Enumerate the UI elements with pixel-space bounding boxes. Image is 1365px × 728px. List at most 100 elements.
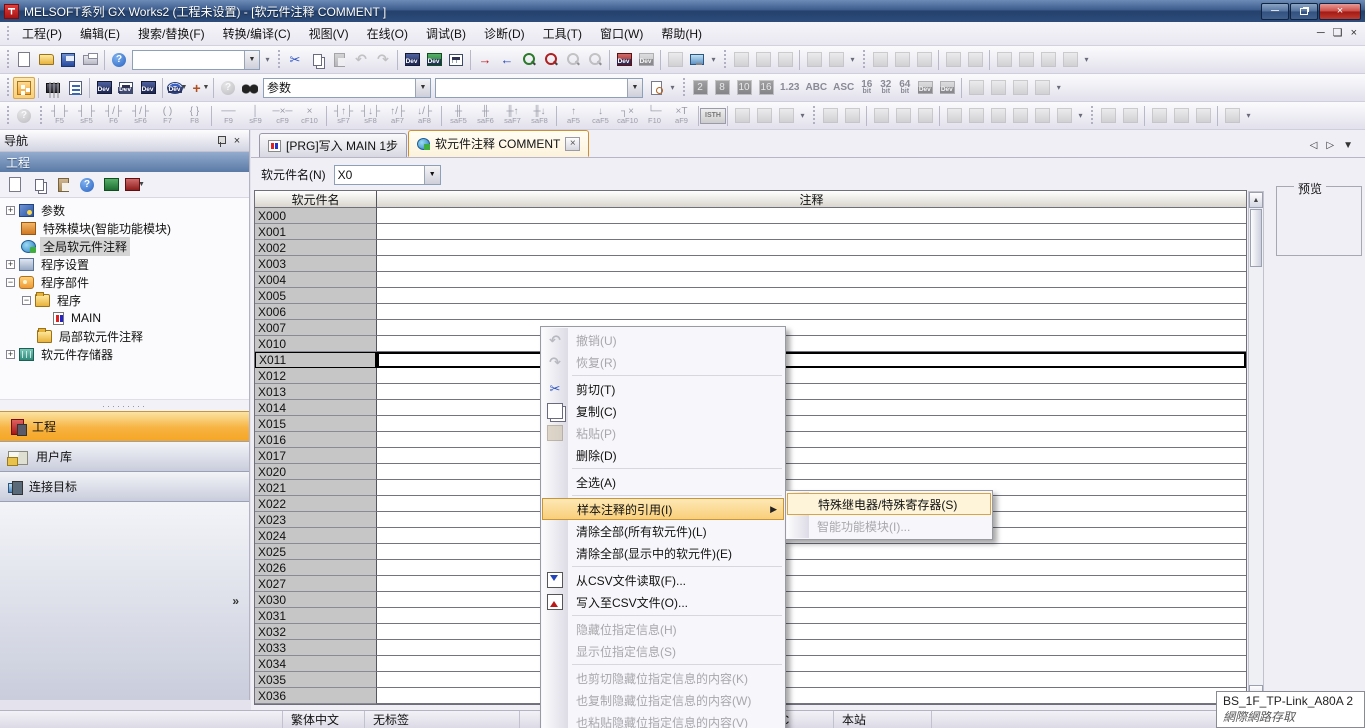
delete-row-icon[interactable] bbox=[891, 49, 913, 71]
ladder-saF6-icon[interactable]: ╫saF6 bbox=[472, 104, 499, 128]
watch-window-icon[interactable]: Dev▼ bbox=[166, 77, 188, 99]
module-configuration-icon[interactable] bbox=[42, 77, 64, 99]
view-button-连接目标[interactable]: 连接目标 bbox=[0, 471, 249, 501]
ladder-saF8-icon[interactable]: ╫↓saF8 bbox=[526, 104, 553, 128]
declaration-icon[interactable] bbox=[774, 49, 796, 71]
display-64bit-icon[interactable]: 64bit bbox=[896, 81, 913, 95]
monitor-pause-icon[interactable] bbox=[562, 49, 584, 71]
menu-item-2[interactable]: 搜索/替换(F) bbox=[129, 22, 214, 45]
comment-cell[interactable] bbox=[377, 336, 1246, 352]
ladder-sF6-icon[interactable]: ┤/├sF6 bbox=[127, 104, 154, 128]
scrollbar-track[interactable] bbox=[1249, 268, 1263, 685]
tree-item[interactable]: 全局软元件注释 bbox=[0, 237, 249, 255]
tab-close-icon[interactable]: × bbox=[565, 137, 580, 151]
monitor-start-icon[interactable] bbox=[518, 49, 540, 71]
device-name-cell[interactable]: X024 bbox=[255, 528, 377, 544]
find-in-page-icon[interactable] bbox=[645, 77, 667, 99]
menu-item-5[interactable]: 在线(O) bbox=[358, 22, 417, 45]
device-name-cell[interactable]: X035 bbox=[255, 672, 377, 688]
statement-icon[interactable] bbox=[730, 49, 752, 71]
device-name-cell[interactable]: X004 bbox=[255, 272, 377, 288]
minimize-button[interactable]: ─ bbox=[1261, 3, 1289, 20]
copy-data-icon[interactable] bbox=[28, 174, 50, 196]
device-name-cell[interactable]: X027 bbox=[255, 576, 377, 592]
display-binary-icon[interactable]: 2 bbox=[689, 77, 711, 99]
comment-cell[interactable] bbox=[377, 368, 1246, 384]
context-menu-item[interactable]: 清除全部(所有软元件)(L) bbox=[542, 520, 784, 542]
break-icon[interactable] bbox=[943, 105, 965, 127]
device-name-cell[interactable]: X000 bbox=[255, 208, 377, 224]
clock-icon[interactable] bbox=[1053, 105, 1075, 127]
find-icon[interactable] bbox=[239, 77, 261, 99]
toolbar-overflow-icon[interactable]: ▾ bbox=[1081, 49, 1092, 71]
submenu-item[interactable]: 特殊继电器/特殊寄存器(S) bbox=[787, 493, 991, 515]
device-name-cell[interactable]: X011 bbox=[255, 352, 377, 368]
task-list-icon[interactable] bbox=[64, 77, 86, 99]
device-prev2-icon[interactable] bbox=[1009, 77, 1031, 99]
parallel-block-icon[interactable] bbox=[942, 49, 964, 71]
compile-icon[interactable] bbox=[1015, 49, 1037, 71]
context-menu-item[interactable]: 恢复(R) bbox=[542, 351, 784, 373]
tree-item[interactable]: +参数 bbox=[0, 201, 249, 219]
device-name-cell[interactable]: X031 bbox=[255, 608, 377, 624]
break3-icon[interactable] bbox=[987, 105, 1009, 127]
cross-reference-icon[interactable]: Dev bbox=[423, 49, 445, 71]
toolbar-grip[interactable] bbox=[722, 50, 727, 70]
context-menu-item[interactable]: 样本注释的引用(I)▶ bbox=[542, 498, 784, 520]
device-comment-icon[interactable]: Dev bbox=[93, 77, 115, 99]
toolbar-overflow-icon[interactable]: ▾ bbox=[667, 77, 678, 99]
new-data-icon[interactable] bbox=[4, 174, 26, 196]
print-icon[interactable] bbox=[79, 49, 101, 71]
copy-icon[interactable] bbox=[306, 49, 328, 71]
device-name-cell[interactable]: X022 bbox=[255, 496, 377, 512]
project-combo[interactable]: ▼ bbox=[132, 50, 260, 70]
tree-expander-icon[interactable]: + bbox=[6, 260, 15, 269]
device-name-cell[interactable]: X032 bbox=[255, 624, 377, 640]
step-stop-icon[interactable] bbox=[841, 105, 863, 127]
device-prev-icon[interactable] bbox=[965, 77, 987, 99]
mdi-minimize-button[interactable]: ─ bbox=[1317, 28, 1325, 39]
paste-data-icon[interactable] bbox=[52, 174, 74, 196]
tree-item[interactable]: +软元件存储器 bbox=[0, 345, 249, 363]
restore-button[interactable] bbox=[1290, 3, 1318, 20]
instruction-help-icon[interactable]: ISTH bbox=[702, 105, 724, 127]
comment-cell[interactable] bbox=[377, 304, 1246, 320]
menu-item-3[interactable]: 转换/编译(C) bbox=[214, 22, 300, 45]
context-menu-item[interactable]: 清除全部(显示中的软元件)(E) bbox=[542, 542, 784, 564]
display-octal-icon[interactable]: 8 bbox=[711, 77, 733, 99]
comment-cell[interactable] bbox=[377, 560, 1246, 576]
undo-icon[interactable] bbox=[350, 49, 372, 71]
find-target-combo[interactable]: 参数▼ bbox=[263, 78, 431, 98]
sort-filter-icon[interactable]: ▼ bbox=[124, 174, 146, 196]
ladder-saF5-icon[interactable]: ╫saF5 bbox=[445, 104, 472, 128]
display-32bit-icon[interactable]: 32bit bbox=[877, 81, 894, 95]
toolbar-overflow-icon[interactable]: ▾ bbox=[1075, 105, 1086, 127]
insert-row-icon[interactable] bbox=[869, 49, 891, 71]
comment-cell[interactable] bbox=[377, 624, 1246, 640]
find-keyword-combo[interactable]: ▼ bbox=[435, 78, 643, 98]
scrollbar-thumb[interactable] bbox=[1250, 209, 1262, 267]
comment-cell[interactable] bbox=[377, 224, 1246, 240]
comment-cell[interactable] bbox=[377, 576, 1246, 592]
ladder-cF10-icon[interactable]: ×cF10 bbox=[296, 104, 323, 128]
filter-icon[interactable] bbox=[1148, 105, 1170, 127]
more-buttons-chevron[interactable]: » bbox=[0, 501, 249, 700]
device-name-cell[interactable]: X017 bbox=[255, 448, 377, 464]
comment-cell[interactable] bbox=[377, 400, 1246, 416]
comment-cell[interactable] bbox=[377, 352, 1246, 368]
redo-icon[interactable] bbox=[372, 49, 394, 71]
toolbar-overflow-icon[interactable]: ▾ bbox=[847, 49, 858, 71]
device-search-icon[interactable]: Dev bbox=[401, 49, 423, 71]
context-menu-item[interactable]: 从CSV文件读取(F)... bbox=[542, 569, 784, 591]
device-memory-icon[interactable]: Dev bbox=[115, 77, 137, 99]
tree-item[interactable]: MAIN bbox=[0, 309, 249, 327]
device-name-cell[interactable]: X036 bbox=[255, 688, 377, 704]
ladder-F9-icon[interactable]: ──F9 bbox=[215, 104, 242, 128]
device-stamp-icon[interactable]: Dev bbox=[914, 77, 936, 99]
display-string-icon[interactable]: ABC bbox=[805, 82, 827, 93]
context-menu-item[interactable]: 也剪切隐藏位指定信息的内容(K) bbox=[542, 667, 784, 689]
ladder-aF9-icon[interactable]: ×TaF9 bbox=[668, 104, 695, 128]
menu-item-6[interactable]: 调试(B) bbox=[417, 22, 475, 45]
device-name-cell[interactable]: X007 bbox=[255, 320, 377, 336]
device-name-cell[interactable]: X021 bbox=[255, 480, 377, 496]
